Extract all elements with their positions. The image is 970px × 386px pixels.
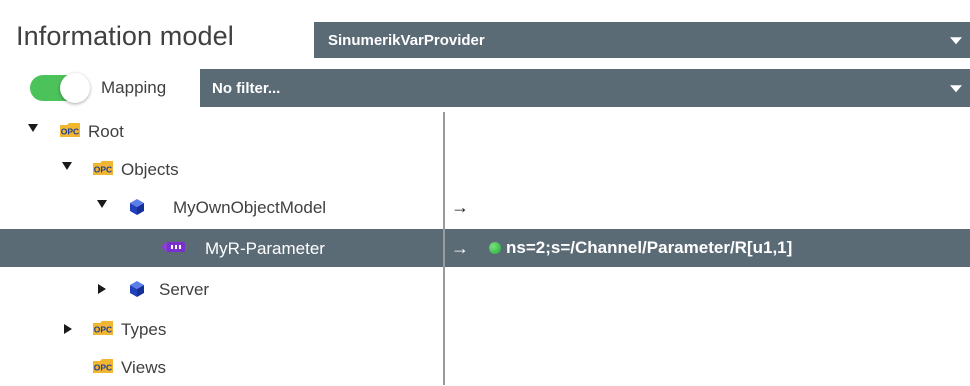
- tree-row-label: Root: [88, 122, 124, 141]
- expand-right-icon[interactable]: [98, 284, 106, 294]
- status-ok-icon: [489, 242, 501, 254]
- opc-folder-icon: OPC: [93, 359, 113, 373]
- mapping-bar: Mapping No filter...: [0, 68, 970, 108]
- mapping-arrow: →: [451, 238, 469, 258]
- tree-row-myr-parameter[interactable]: MyR-Parameter → ns=2;s=/Channel/Paramete…: [0, 229, 970, 267]
- tree-row-root[interactable]: OPC Root: [0, 112, 970, 150]
- opc-folder-icon: OPC: [93, 321, 113, 335]
- mapping-label: Mapping: [101, 78, 167, 97]
- svg-text:OPC: OPC: [61, 127, 79, 137]
- object-cube-icon: [130, 199, 144, 215]
- expand-right-icon[interactable]: [64, 324, 72, 334]
- expand-down-icon[interactable]: [97, 200, 107, 208]
- tree-row-label: Types: [121, 320, 167, 339]
- provider-select[interactable]: SinumerikVarProvider: [314, 22, 970, 58]
- filter-select[interactable]: No filter...: [200, 69, 970, 107]
- column-divider[interactable]: [443, 112, 445, 385]
- mapping-toggle[interactable]: [30, 73, 90, 103]
- tree-row-views[interactable]: OPC Views: [0, 348, 970, 386]
- tree-row-label: Objects: [121, 160, 179, 179]
- svg-text:OPC: OPC: [94, 165, 112, 175]
- expand-down-icon[interactable]: [28, 124, 38, 132]
- opc-folder-icon: OPC: [60, 123, 80, 137]
- tree-row-label: Server: [159, 280, 210, 299]
- mapping-node-id: ns=2;s=/Channel/Parameter/R[u1,1]: [506, 238, 793, 257]
- provider-select-value: SinumerikVarProvider: [328, 31, 485, 49]
- tree-row-myownobjectmodel[interactable]: MyOwnObjectModel →: [0, 188, 970, 226]
- toggle-knob: [60, 73, 90, 103]
- tree-row-label: MyR-Parameter: [205, 239, 325, 258]
- opc-folder-icon: OPC: [93, 161, 113, 175]
- page-title: Information model: [16, 21, 234, 51]
- variable-icon: [161, 242, 185, 252]
- tree-row-label: Views: [121, 358, 167, 377]
- mapping-arrow: →: [451, 197, 469, 217]
- tree-row-label: MyOwnObjectModel: [173, 198, 327, 217]
- tree-row-objects[interactable]: OPC Objects: [0, 150, 970, 188]
- tree-row-types[interactable]: OPC Types: [0, 310, 970, 348]
- tree-row-server[interactable]: Server: [0, 270, 970, 308]
- chevron-down-icon: [950, 37, 962, 45]
- filter-select-value: No filter...: [212, 79, 281, 97]
- svg-text:OPC: OPC: [94, 363, 112, 373]
- chevron-down-icon: [950, 85, 962, 93]
- svg-text:OPC: OPC: [94, 325, 112, 335]
- information-model-tree: OPC Root OPC Objects MyOwnObjectModel →: [0, 112, 970, 385]
- header: Information model SinumerikVarProvider: [0, 18, 970, 62]
- object-cube-icon: [130, 281, 144, 297]
- expand-down-icon[interactable]: [62, 162, 72, 170]
